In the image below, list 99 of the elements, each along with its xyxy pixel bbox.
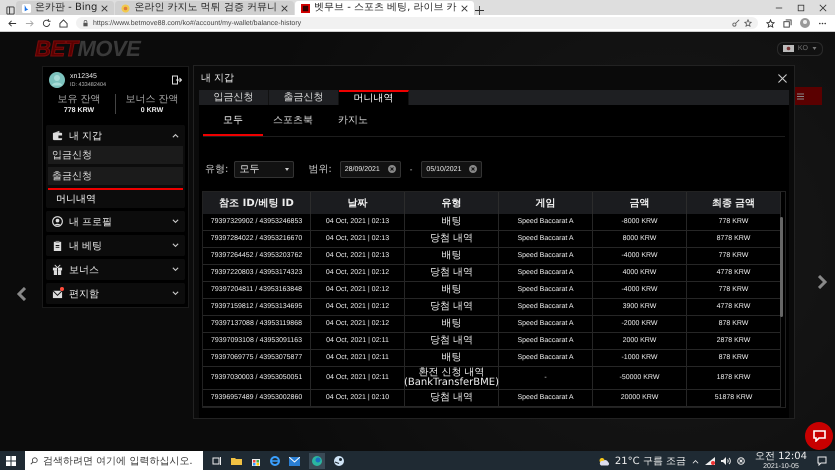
close-icon[interactable] [819,4,827,12]
gift-icon [52,264,63,275]
favorite-icon[interactable] [744,19,752,27]
menu-icon [797,92,804,100]
chevron-icon[interactable] [692,458,699,464]
browser-tab[interactable]: 벳무브 - 스포츠 베팅, 라이브 카 [295,1,474,15]
weather-icon[interactable] [598,456,609,466]
column-header: 유형 [405,192,499,214]
table-cell: 환전 신청 내역 (BankTransferBME) [405,367,499,390]
submenu-item[interactable]: 입금신청 [48,146,183,164]
field-label: 유형: [205,163,228,176]
filter-tab[interactable]: 카지노 [323,105,383,136]
folder-icon[interactable] [231,456,242,466]
balance-label: 보유 잔액 [57,94,101,105]
favicon-icon [301,4,310,12]
column-header: 금액 [593,192,687,214]
table-cell: 당첨 내역 [405,265,499,282]
table-cell: 배팅 [405,350,499,367]
profile-icon [52,216,63,227]
submenu-item[interactable]: 출금신청 [48,167,183,185]
table-cell: 배팅 [405,282,499,299]
modal-title: 내 지갑 [201,72,234,85]
filter-tab[interactable]: 모두 [203,105,263,136]
favorites-icon[interactable] [766,18,775,28]
lock-icon [82,20,89,26]
mail-icon [52,288,63,299]
chevron-icon [172,219,179,224]
menu-section[interactable]: 내 프로필 [46,211,185,232]
store-icon[interactable] [251,456,261,466]
steam-icon[interactable] [334,456,344,466]
task-view-icon[interactable] [212,456,222,466]
previous-icon[interactable] [16,287,26,301]
clear-icon[interactable] [469,165,478,173]
close-icon[interactable] [281,4,288,12]
chevron-icon [172,243,179,248]
wallet-icon [52,130,63,141]
column-header: 게임 [499,192,593,214]
table-cell: 배팅 [405,248,499,265]
tab[interactable]: 머니내역 [339,90,409,105]
volume-icon[interactable] [721,457,731,465]
table-cell: 배팅 [405,214,499,231]
home-icon[interactable] [59,18,68,28]
clipboard-icon [52,240,63,251]
menu-section[interactable]: 내 베팅 [46,235,185,256]
refresh-icon[interactable] [42,18,51,28]
table-cell: 당첨 내역 [405,231,499,248]
internet-explorer-icon[interactable] [270,456,280,466]
type-dropdown[interactable]: 모두 [234,160,294,178]
weather-text: 21°C 구름 조금 [614,455,686,468]
chevron-icon [172,291,179,296]
menu-button[interactable] [795,87,822,105]
table-cell: 당첨 내역 [405,390,499,407]
search-icon [30,457,38,465]
chat-button[interactable] [805,422,833,450]
chat-icon [812,430,826,442]
menu-section[interactable]: 보너스 [46,259,185,280]
search-field[interactable]: 검색하려면 여기에 입력하십시오. [25,451,203,470]
browser-tab[interactable]: 온카판 - Bing [16,1,114,15]
logo: BETMOVE [35,36,140,62]
filter-tab[interactable]: 스포츠북 [263,105,323,136]
menu-section[interactable]: 내 지갑 [46,125,185,146]
new-tab-icon[interactable] [474,6,484,15]
caret-icon [285,168,290,170]
favicon-icon [22,4,31,12]
menu-section[interactable]: 편지함 [46,283,185,304]
column-header: 최종 금액 [687,192,781,214]
profile-icon[interactable] [800,18,810,28]
notifications-icon[interactable] [817,456,827,466]
browser-tab[interactable]: 온라인 카지노 먹튀 검증 커뮤니 [115,1,294,15]
balance-label: 보너스 잔액 [125,94,179,105]
back-icon[interactable] [8,18,17,28]
browser-icon[interactable] [309,453,325,469]
flag-icon [782,45,794,52]
mail-icon[interactable] [289,456,300,466]
column-header: 참조 ID/베팅 ID [203,192,311,214]
chevron-icon [172,267,179,272]
avatar [49,72,65,88]
favicon-icon [121,4,130,12]
clear-icon[interactable] [388,165,396,173]
field-label: 범위: [308,163,332,176]
chevron-icon [172,133,179,138]
close-icon[interactable] [101,4,108,12]
key-icon[interactable] [732,19,740,27]
caret-icon [812,47,817,50]
maximize-icon[interactable] [797,4,805,12]
table-cell: 배팅 [405,316,499,333]
table-cell: 당첨 내역 [405,299,499,316]
status-icon[interactable] [737,457,745,465]
tab-actions-icon[interactable] [6,6,15,15]
table-cell: 당첨 내역 [405,333,499,350]
scrollbar[interactable] [780,217,783,317]
column-header: 날짜 [311,192,405,214]
network-icon[interactable] [705,457,715,465]
close-icon[interactable] [460,4,468,12]
logout-icon[interactable] [172,75,182,85]
next-icon[interactable] [818,275,826,289]
range-separator: - [410,164,412,174]
windows-icon[interactable] [6,456,16,466]
collections-icon[interactable] [783,18,792,28]
